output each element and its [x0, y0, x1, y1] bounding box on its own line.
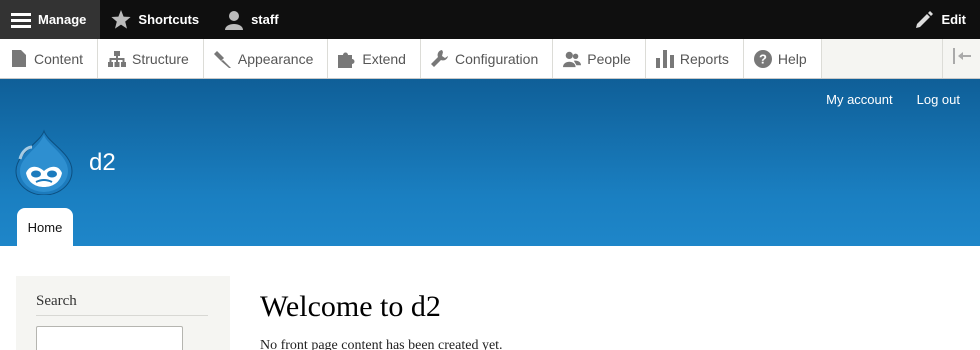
secondary-menu: My account Log out — [826, 92, 960, 107]
drupal-drop-icon — [15, 129, 73, 196]
tray-item-structure[interactable]: Structure — [98, 39, 204, 78]
tray-item-label: Content — [34, 50, 84, 67]
menu-icon — [10, 9, 32, 31]
people-icon — [563, 50, 582, 68]
help-icon: ? — [753, 49, 772, 68]
shortcuts-label: Shortcuts — [138, 12, 200, 27]
tray-item-people[interactable]: People — [553, 39, 646, 78]
paint-icon — [213, 50, 232, 68]
edit-label: Edit — [941, 12, 966, 27]
page-title: Welcome to d2 — [260, 290, 441, 323]
search-block-title: Search — [36, 293, 77, 309]
tab-home[interactable]: Home — [17, 208, 73, 246]
tray-item-label: Configuration — [454, 50, 539, 67]
svg-text:?: ? — [759, 51, 767, 66]
tray-item-configuration[interactable]: Configuration — [420, 39, 554, 78]
user-button[interactable]: staff — [213, 0, 292, 39]
search-input[interactable] — [36, 326, 183, 350]
collapse-left-icon — [952, 48, 971, 69]
tray-orientation-toggle[interactable] — [942, 39, 980, 78]
admin-toolbar: Manage Shortcuts staff Edit — [0, 0, 980, 39]
site-name[interactable]: d2 — [89, 149, 116, 177]
puzzle-icon — [338, 50, 356, 68]
manage-label: Manage — [38, 12, 87, 27]
divider — [36, 315, 208, 316]
tray-item-content[interactable]: Content — [0, 39, 99, 78]
wrench-icon — [430, 49, 449, 68]
star-icon — [110, 9, 132, 31]
tray-item-label: Help — [777, 50, 807, 67]
user-label: staff — [251, 12, 279, 27]
tray-item-label: Appearance — [237, 50, 314, 67]
site-logo[interactable] — [14, 129, 74, 196]
tray-item-label: Structure — [132, 50, 189, 67]
tray-item-reports[interactable]: Reports — [645, 39, 744, 78]
tray-item-extend[interactable]: Extend — [328, 39, 421, 78]
edit-button[interactable]: Edit — [903, 0, 980, 39]
file-icon — [10, 50, 28, 68]
tray-item-label: People — [587, 50, 631, 67]
bar-chart-icon — [655, 49, 674, 68]
tray-item-appearance[interactable]: Appearance — [203, 39, 329, 78]
manage-button[interactable]: Manage — [0, 0, 101, 39]
site-header: My account Log out d2 Home — [0, 79, 980, 246]
shortcuts-button[interactable]: Shortcuts — [100, 0, 213, 39]
user-icon — [223, 9, 245, 31]
log-out-link[interactable]: Log out — [917, 92, 960, 107]
my-account-link[interactable]: My account — [826, 92, 892, 107]
tray-item-label: Extend — [362, 50, 406, 67]
tray-item-label: Reports — [679, 50, 729, 67]
front-page-message: No front page content has been created y… — [260, 338, 503, 350]
admin-tray: Content Structure Appearance Extend Conf… — [0, 39, 980, 79]
tray-item-help[interactable]: ? Help — [743, 39, 822, 78]
search-block: Search — [16, 276, 230, 350]
pencil-icon — [913, 9, 935, 31]
sitemap-icon — [108, 50, 127, 68]
